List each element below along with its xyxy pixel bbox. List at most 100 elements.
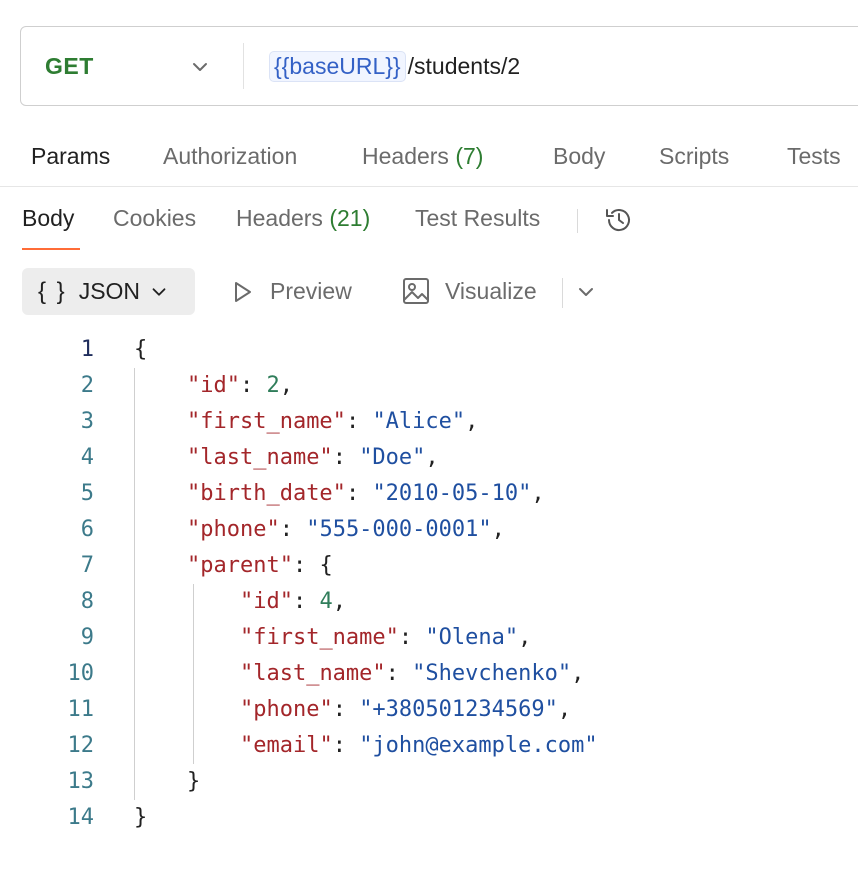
code-text: "id": 4,: [134, 589, 346, 614]
format-label: JSON: [78, 278, 141, 304]
tab-label: Authorization: [163, 143, 298, 169]
json-punctuation: ,: [465, 409, 479, 434]
json-punctuation: ,: [332, 589, 346, 614]
json-punctuation: :: [292, 589, 320, 614]
json-punctuation: ,: [425, 445, 439, 470]
visualize-button[interactable]: Visualize: [401, 276, 537, 306]
json-punctuation: [134, 373, 187, 398]
response-body-viewer[interactable]: 1{2 "id": 2, 3 "first_name": "Alice", 4 "l…: [0, 333, 858, 837]
json-punctuation: }: [134, 805, 148, 830]
json-punctuation: [134, 553, 187, 578]
json-string: "Olena": [425, 625, 519, 650]
chevron-down-icon[interactable]: [188, 55, 212, 79]
code-text: "parent": {: [134, 553, 333, 578]
line-number: 4: [80, 445, 94, 470]
json-string: "555-000-0001": [306, 517, 492, 542]
json-key: "last_name": [239, 661, 386, 686]
method-divider: [243, 43, 244, 89]
tab-label: Headers: [362, 143, 449, 169]
response-tab-headers[interactable]: Headers (21): [236, 205, 370, 232]
line-number: 13: [67, 769, 95, 794]
play-icon: [235, 281, 251, 302]
json-punctuation: :: [332, 445, 360, 470]
tab-headers[interactable]: Headers (7): [362, 143, 483, 170]
response-tab-body[interactable]: Body: [22, 205, 74, 232]
visualize-label: Visualize: [445, 277, 537, 304]
code-line: 12 "email": "john@example.com": [0, 729, 858, 765]
code-line: 3 "first_name": "Alice",: [0, 405, 858, 441]
response-tab-test-results[interactable]: Test Results: [415, 205, 540, 232]
json-punctuation: [134, 625, 240, 650]
headers-count: (7): [455, 143, 484, 169]
json-punctuation: }: [134, 769, 201, 794]
json-punctuation: :: [385, 661, 413, 686]
json-punctuation: [134, 733, 240, 758]
code-text: "last_name": "Doe",: [134, 445, 439, 470]
json-punctuation: [134, 445, 187, 470]
line-number: 5: [80, 481, 94, 506]
json-punctuation: :: [332, 697, 360, 722]
json-punctuation: :: [239, 373, 267, 398]
code-line: 8 "id": 4,: [0, 585, 858, 621]
json-punctuation: ,: [279, 373, 293, 398]
line-number: 1: [80, 337, 94, 362]
json-key: "id": [186, 373, 240, 398]
json-key: "birth_date": [186, 481, 346, 506]
tab-authorization[interactable]: Authorization: [163, 143, 297, 170]
code-line: 6 "phone": "555-000-0001",: [0, 513, 858, 549]
json-punctuation: :: [345, 481, 373, 506]
history-icon[interactable]: [602, 203, 636, 237]
active-tab-indicator: [22, 248, 80, 250]
braces-icon: { }: [38, 277, 67, 305]
line-number: 10: [67, 661, 95, 686]
code-text: "phone": "555-000-0001",: [134, 517, 505, 542]
toolbar-divider: [562, 278, 563, 308]
code-text: "birth_date": "2010-05-10",: [134, 481, 545, 506]
code-line: 9 "first_name": "Olena",: [0, 621, 858, 657]
tab-body[interactable]: Body: [553, 143, 605, 170]
tab-scripts[interactable]: Scripts: [659, 143, 729, 170]
json-punctuation: [134, 517, 187, 542]
image-icon: [403, 278, 429, 304]
code-line: 13 }: [0, 765, 858, 801]
response-tab-cookies[interactable]: Cookies: [113, 205, 196, 232]
http-method-selector[interactable]: GET: [45, 53, 94, 80]
line-number: 14: [67, 805, 95, 830]
line-number: 2: [80, 373, 94, 398]
json-punctuation: ,: [571, 661, 585, 686]
tab-label: Headers: [236, 205, 323, 231]
code-line: 11 "phone": "+380501234569",: [0, 693, 858, 729]
tab-label: Tests: [787, 143, 841, 169]
code-text: "email": "john@example.com": [134, 733, 598, 758]
preview-button[interactable]: Preview: [230, 278, 352, 305]
chevron-down-icon: [152, 287, 166, 296]
json-punctuation: ,: [531, 481, 545, 506]
json-number: 2: [266, 373, 280, 398]
url-input[interactable]: {{baseURL}} /students/2: [269, 51, 520, 82]
preview-label: Preview: [270, 278, 352, 304]
url-variable-token[interactable]: {{baseURL}}: [269, 51, 406, 82]
json-string: "john@example.com": [359, 733, 598, 758]
code-line: 5 "birth_date": "2010-05-10",: [0, 477, 858, 513]
tab-tests[interactable]: Tests: [787, 143, 841, 170]
request-tabs: Params Authorization Headers (7) Body Sc…: [0, 143, 858, 187]
format-selector[interactable]: { } JSON: [22, 268, 195, 315]
more-options-chevron-icon[interactable]: [574, 280, 598, 304]
response-tabs: Body Cookies Headers (21) Test Results: [0, 205, 858, 251]
json-string: "+380501234569": [359, 697, 558, 722]
json-string: "Alice": [372, 409, 466, 434]
json-punctuation: ,: [491, 517, 505, 542]
json-string: "Shevchenko": [412, 661, 572, 686]
code-line: 2 "id": 2,: [0, 369, 858, 405]
code-line: 7 "parent": {: [0, 549, 858, 585]
code-line: 4 "last_name": "Doe",: [0, 441, 858, 477]
tab-params[interactable]: Params: [31, 143, 110, 170]
code-text: {: [134, 337, 147, 362]
json-punctuation: [134, 481, 187, 506]
tabs-divider: [577, 209, 578, 233]
tab-label: Params: [31, 143, 111, 169]
line-number: 9: [80, 625, 94, 650]
line-number: 8: [80, 589, 94, 614]
code-text: }: [134, 769, 200, 794]
url-path[interactable]: /students/2: [408, 53, 521, 80]
